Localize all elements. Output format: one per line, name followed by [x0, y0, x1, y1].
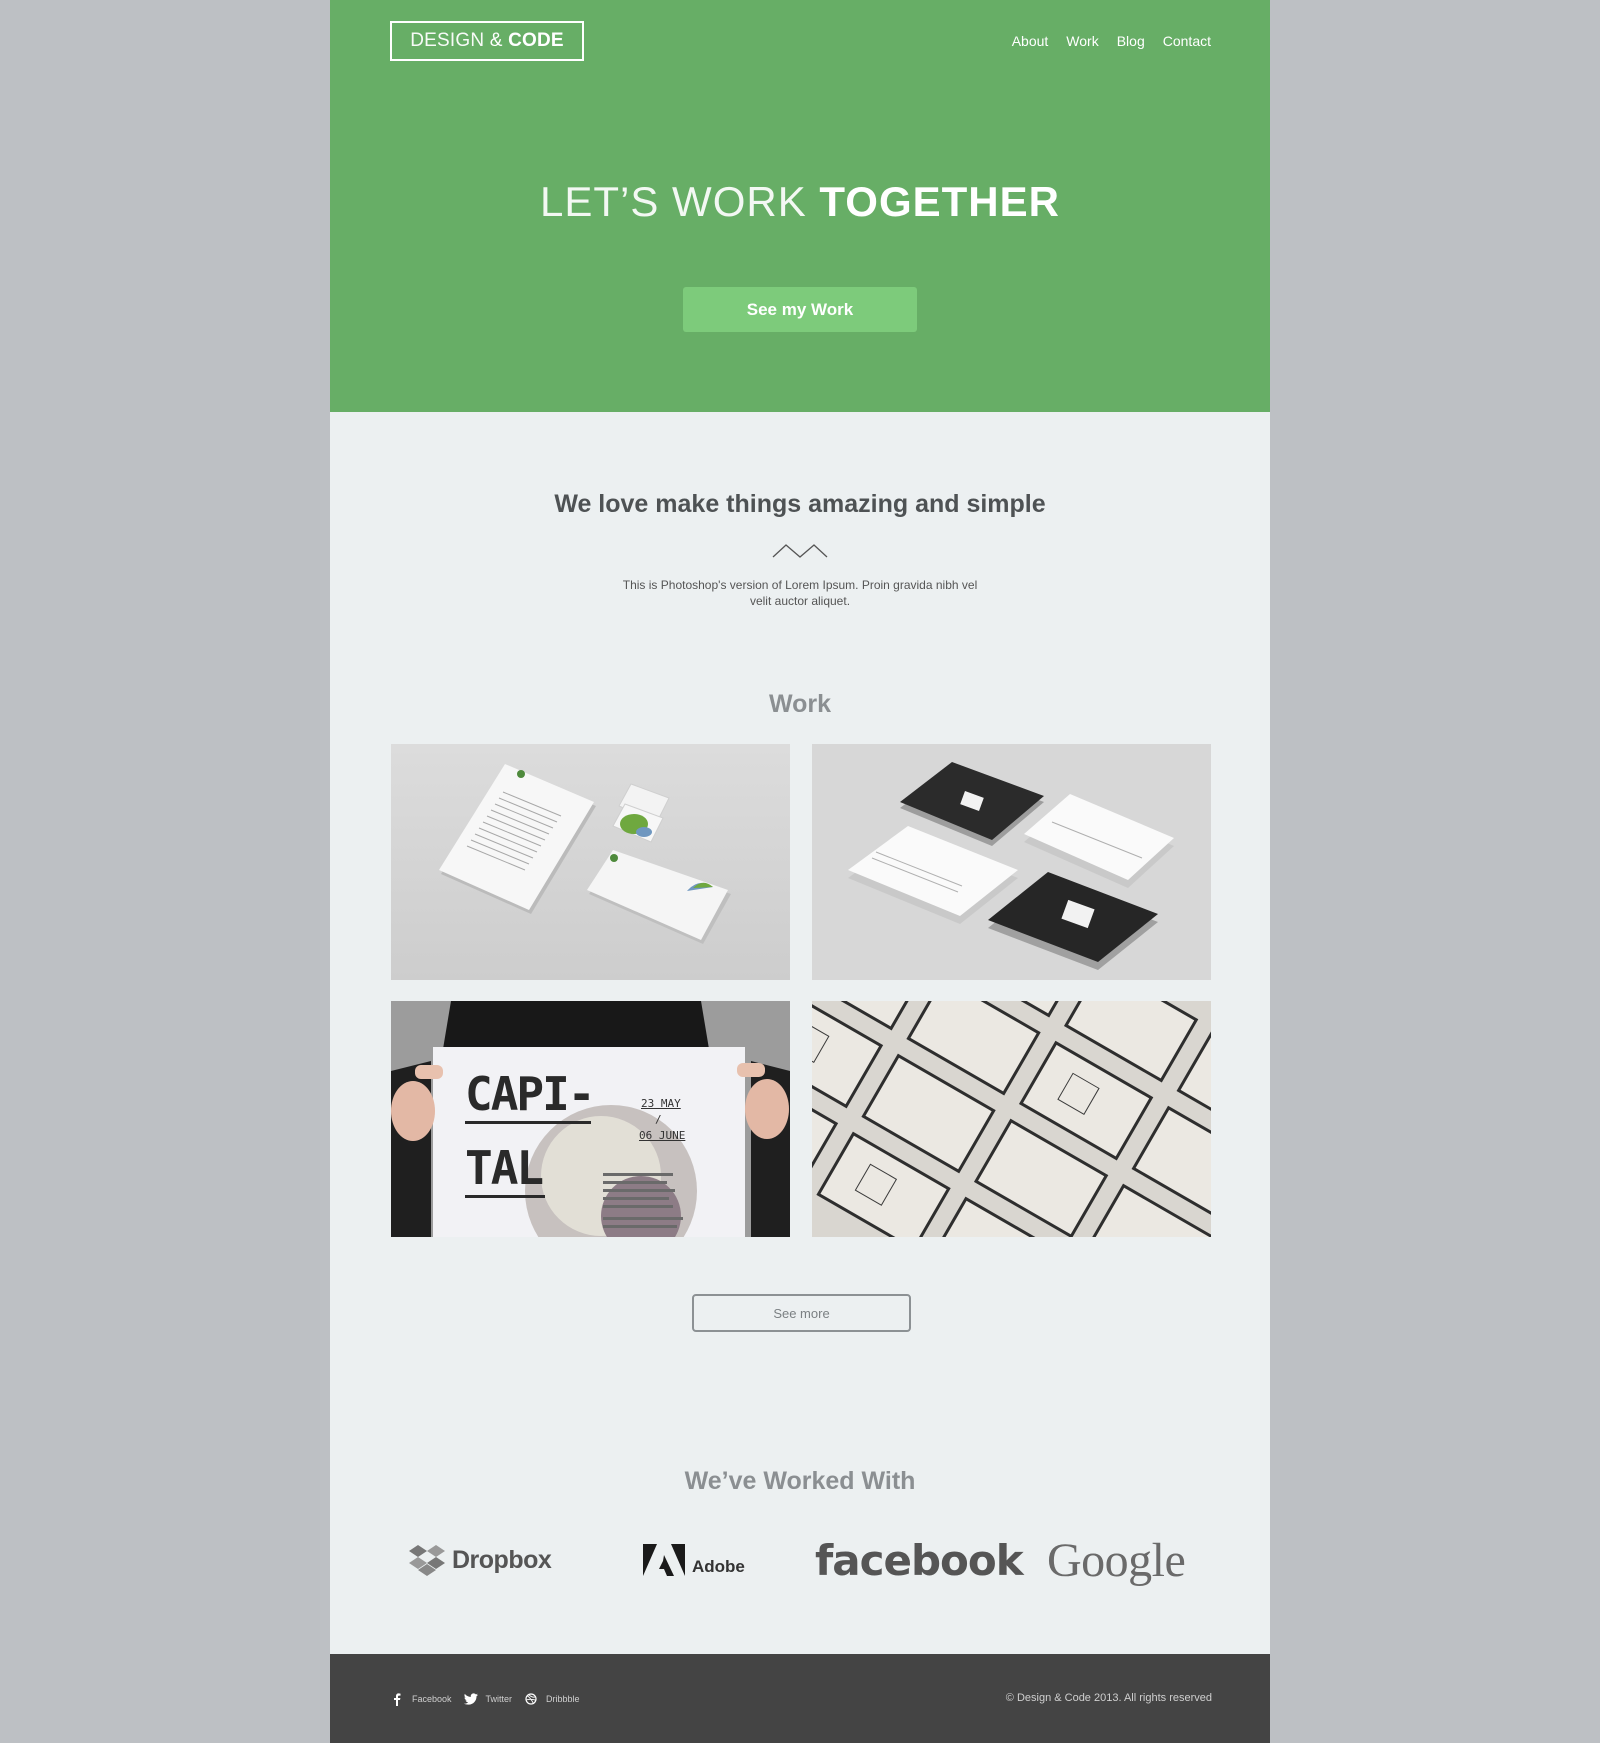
poster-date-2: 06 JUNE — [639, 1129, 686, 1142]
poster-headline-rule-2 — [465, 1195, 545, 1198]
facebook-icon — [390, 1692, 404, 1706]
card-grid-mockup-image — [812, 1001, 1211, 1237]
poster-headline-1: CAPI- — [465, 1067, 595, 1121]
client-logo-adobe: Adobe — [642, 1530, 752, 1590]
logo-word-code: CODE — [508, 30, 564, 51]
social-link-facebook[interactable]: Facebook — [390, 1692, 452, 1706]
social-label-twitter: Twitter — [485, 1694, 513, 1704]
clients-title: We’ve Worked With — [684, 1467, 916, 1495]
main-nav: About Work Blog Contact — [1011, 33, 1212, 49]
hero-title-light: LET’S WORK — [540, 178, 807, 225]
see-more-button[interactable]: See more — [692, 1294, 911, 1332]
work-thumbnail-business-cards[interactable] — [812, 744, 1211, 980]
nav-contact[interactable]: Contact — [1162, 33, 1212, 49]
client-logo-facebook: facebook — [815, 1530, 1024, 1590]
client-logo-google: Google — [1047, 1530, 1207, 1590]
client-name-google: Google — [1047, 1533, 1186, 1587]
zigzag-divider-icon — [772, 544, 828, 558]
footer: Facebook Twitter Dribbble © Design & Cod… — [330, 1654, 1270, 1743]
social-link-twitter[interactable]: Twitter — [463, 1692, 513, 1706]
work-thumbnail-card-grid[interactable] — [812, 1001, 1211, 1237]
intro-title: We love make things amazing and simple — [554, 490, 1046, 518]
work-thumbnail-stationery[interactable] — [391, 744, 790, 980]
poster-headline-2: TAL — [465, 1141, 544, 1195]
logo-ampersand: & — [489, 30, 503, 51]
see-my-work-button[interactable]: See my Work — [683, 287, 917, 332]
client-name-dropbox: Dropbox — [452, 1545, 552, 1574]
social-link-dribbble[interactable]: Dribbble — [524, 1692, 580, 1706]
poster-headline-rule-1 — [465, 1121, 591, 1124]
dropbox-icon — [409, 1545, 445, 1576]
social-label-facebook: Facebook — [412, 1694, 452, 1704]
hero-section: DESIGN & CODE About Work Blog Contact LE… — [330, 0, 1270, 412]
poster-date-separator: / — [655, 1113, 662, 1126]
work-thumbnail-poster[interactable]: CAPI- TAL 23 MAY / 06 JUNE — [391, 1001, 790, 1237]
client-logo-dropbox: Dropbox — [408, 1530, 568, 1590]
nav-work[interactable]: Work — [1065, 33, 1099, 49]
twitter-icon — [463, 1692, 478, 1706]
hero-title: LET’S WORK TOGETHER — [330, 178, 1270, 226]
nav-blog[interactable]: Blog — [1116, 33, 1146, 49]
social-label-dribbble: Dribbble — [546, 1694, 580, 1704]
business-cards-mockup-image — [812, 744, 1211, 980]
nav-about[interactable]: About — [1011, 33, 1050, 49]
intro-text: This is Photoshop's version of Lorem Ips… — [622, 578, 978, 608]
copyright-text: © Design & Code 2013. All rights reserve… — [1005, 1692, 1212, 1704]
page: DESIGN & CODE About Work Blog Contact LE… — [330, 0, 1270, 1743]
work-title: Work — [768, 690, 832, 718]
client-name-facebook: facebook — [815, 1535, 1024, 1585]
site-logo[interactable]: DESIGN & CODE — [390, 21, 584, 61]
social-links: Facebook Twitter Dribbble — [390, 1692, 580, 1706]
poster-date-1: 23 MAY — [641, 1097, 681, 1110]
logo-word-design: DESIGN — [410, 30, 485, 51]
dribbble-icon — [524, 1692, 538, 1706]
client-name-adobe: Adobe — [692, 1557, 745, 1576]
hero-title-bold: TOGETHER — [819, 178, 1060, 225]
adobe-icon — [643, 1544, 685, 1576]
stationery-mockup-image — [391, 744, 790, 980]
